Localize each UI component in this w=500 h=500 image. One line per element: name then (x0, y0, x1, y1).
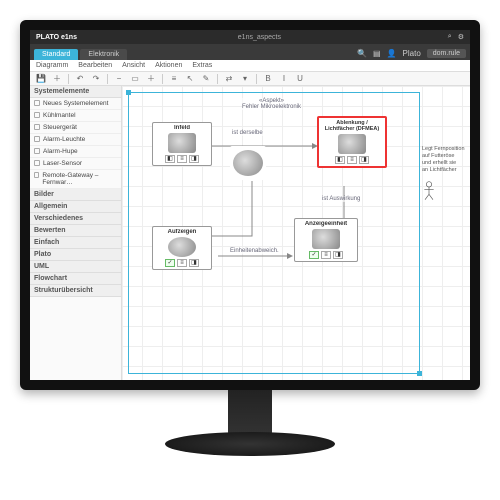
plus-icon[interactable]: ＋ (52, 73, 62, 84)
user-icon[interactable]: 👤 (387, 49, 397, 58)
palette-category[interactable]: Plato (30, 249, 121, 261)
edge-label: ist Auswirkung (322, 196, 360, 202)
pointer-icon[interactable]: ↖ (185, 74, 195, 83)
palette-item[interactable]: Alarm-Leuchte (30, 134, 121, 146)
node-image (168, 237, 196, 257)
tab-standard[interactable]: Standard (34, 49, 78, 60)
diagram-node-ablenkung[interactable]: Ablenkung / Lichtfächer (DFMEA) ◧≡◨ (317, 116, 387, 168)
diagram-node-infeld[interactable]: Infeld ◧≡◨ (152, 122, 212, 166)
palette-category[interactable]: Bilder (30, 189, 121, 201)
node-image (233, 150, 263, 176)
dropdown-icon[interactable]: ▾ (240, 74, 250, 83)
menu-diagramm[interactable]: Diagramm (36, 62, 68, 69)
workspace-tabs: Standard Elektronik 🔍 ▤ 👤 Plato dom.rule (30, 44, 470, 60)
tab-elektronik[interactable]: Elektronik (80, 49, 127, 60)
edit-icon[interactable]: ✎ (201, 74, 211, 83)
palette-category[interactable]: Strukturübersicht (30, 285, 121, 297)
palette-item[interactable]: Kühlmantel (30, 110, 121, 122)
menu-extras[interactable]: Extras (192, 62, 212, 69)
document-name: e1ns_aspects (77, 34, 442, 41)
palette-category[interactable]: UML (30, 261, 121, 273)
palette-category[interactable]: Einfach (30, 237, 121, 249)
palette-item[interactable]: Neues Systemelement (30, 98, 121, 110)
node-image (312, 229, 340, 249)
node-image (338, 134, 366, 154)
zoom-in-icon[interactable]: ＋ (146, 73, 156, 84)
product-name: PLATO e1ns (36, 34, 77, 41)
palette-item[interactable]: Laser-Sensor (30, 158, 121, 170)
status-ok-icon[interactable]: ✓ (309, 251, 319, 259)
diagram-hub-node[interactable] (230, 146, 266, 180)
undo-icon[interactable]: ↶ (75, 74, 85, 83)
palette-item[interactable]: Steuergerät (30, 122, 121, 134)
port[interactable]: ≡ (321, 251, 331, 259)
diagram-canvas[interactable]: «Aspekt» Fehler Mikroelektronik Infeld ◧… (122, 86, 470, 380)
link-icon[interactable]: ⇄ (224, 74, 234, 83)
palette-category[interactable]: Verschiedenes (30, 213, 121, 225)
status-ok-icon[interactable]: ✓ (165, 259, 175, 267)
palette-category[interactable]: Allgemein (30, 201, 121, 213)
palette-category[interactable]: Bewerten (30, 225, 121, 237)
port[interactable]: ◨ (359, 156, 369, 164)
diagram-node-anzeige[interactable]: Anzeigeeinheit ✓≡◨ (294, 218, 358, 262)
actor-icon (422, 181, 436, 201)
redo-icon[interactable]: ↷ (91, 74, 101, 83)
italic-icon[interactable]: I (279, 74, 289, 83)
diagram-stereotype-label: «Aspekt» Fehler Mikroelektronik (242, 98, 301, 110)
underline-icon[interactable]: U (295, 74, 305, 83)
port[interactable]: ◨ (189, 155, 199, 163)
port[interactable]: ≡ (347, 156, 357, 164)
port[interactable]: ◧ (335, 156, 345, 164)
menu-bar: Diagramm Bearbeiten Ansicht Aktionen Ext… (30, 60, 470, 72)
save-icon[interactable]: 💾 (36, 74, 46, 83)
search-icon[interactable]: 🔍 (357, 49, 367, 58)
domain-rule-button[interactable]: dom.rule (427, 49, 466, 58)
annotation-text: Legt Fernposition auf Futteröse und erhe… (422, 146, 466, 201)
align-left-icon[interactable]: ≡ (169, 74, 179, 83)
palette-category[interactable]: Flowchart (30, 273, 121, 285)
node-image (168, 133, 196, 153)
menu-ansicht[interactable]: Ansicht (122, 62, 145, 69)
palette-category[interactable]: Systemelemente (30, 86, 121, 98)
bold-icon[interactable]: B (263, 74, 273, 83)
port[interactable]: ◨ (189, 259, 199, 267)
port[interactable]: ≡ (177, 155, 187, 163)
user-label: Plato (403, 49, 421, 58)
menu-aktionen[interactable]: Aktionen (155, 62, 182, 69)
edge-label: ist derselbe (232, 130, 263, 136)
edge-label: Einheitenabweich. (230, 248, 279, 254)
menu-bearbeiten[interactable]: Bearbeiten (78, 62, 112, 69)
zoom-out-icon[interactable]: − (114, 74, 124, 83)
palette-sidebar: Systemelemente Neues Systemelement Kühlm… (30, 86, 122, 380)
palette-item[interactable]: Alarm-Hupe (30, 146, 121, 158)
layers-icon[interactable]: ▤ (373, 49, 381, 58)
zoom-fit-icon[interactable]: ▭ (130, 74, 140, 83)
port[interactable]: ◧ (165, 155, 175, 163)
palette-item[interactable]: Remote-Gateway – Fernwar… (30, 170, 121, 189)
settings-icon[interactable]: ⚙ (458, 33, 464, 41)
diagram-node-aufzeigen[interactable]: Aufzeigen ✓≡◨ (152, 226, 212, 270)
port[interactable]: ≡ (177, 259, 187, 267)
toolbar: 💾 ＋ ↶ ↷ − ▭ ＋ ≡ ↖ ✎ ⇄ ▾ B I U (30, 72, 470, 86)
window-titlebar: PLATO e1ns e1ns_aspects ⌕ ⚙ (30, 30, 470, 44)
port[interactable]: ◨ (333, 251, 343, 259)
search-icon[interactable]: ⌕ (448, 33, 452, 41)
